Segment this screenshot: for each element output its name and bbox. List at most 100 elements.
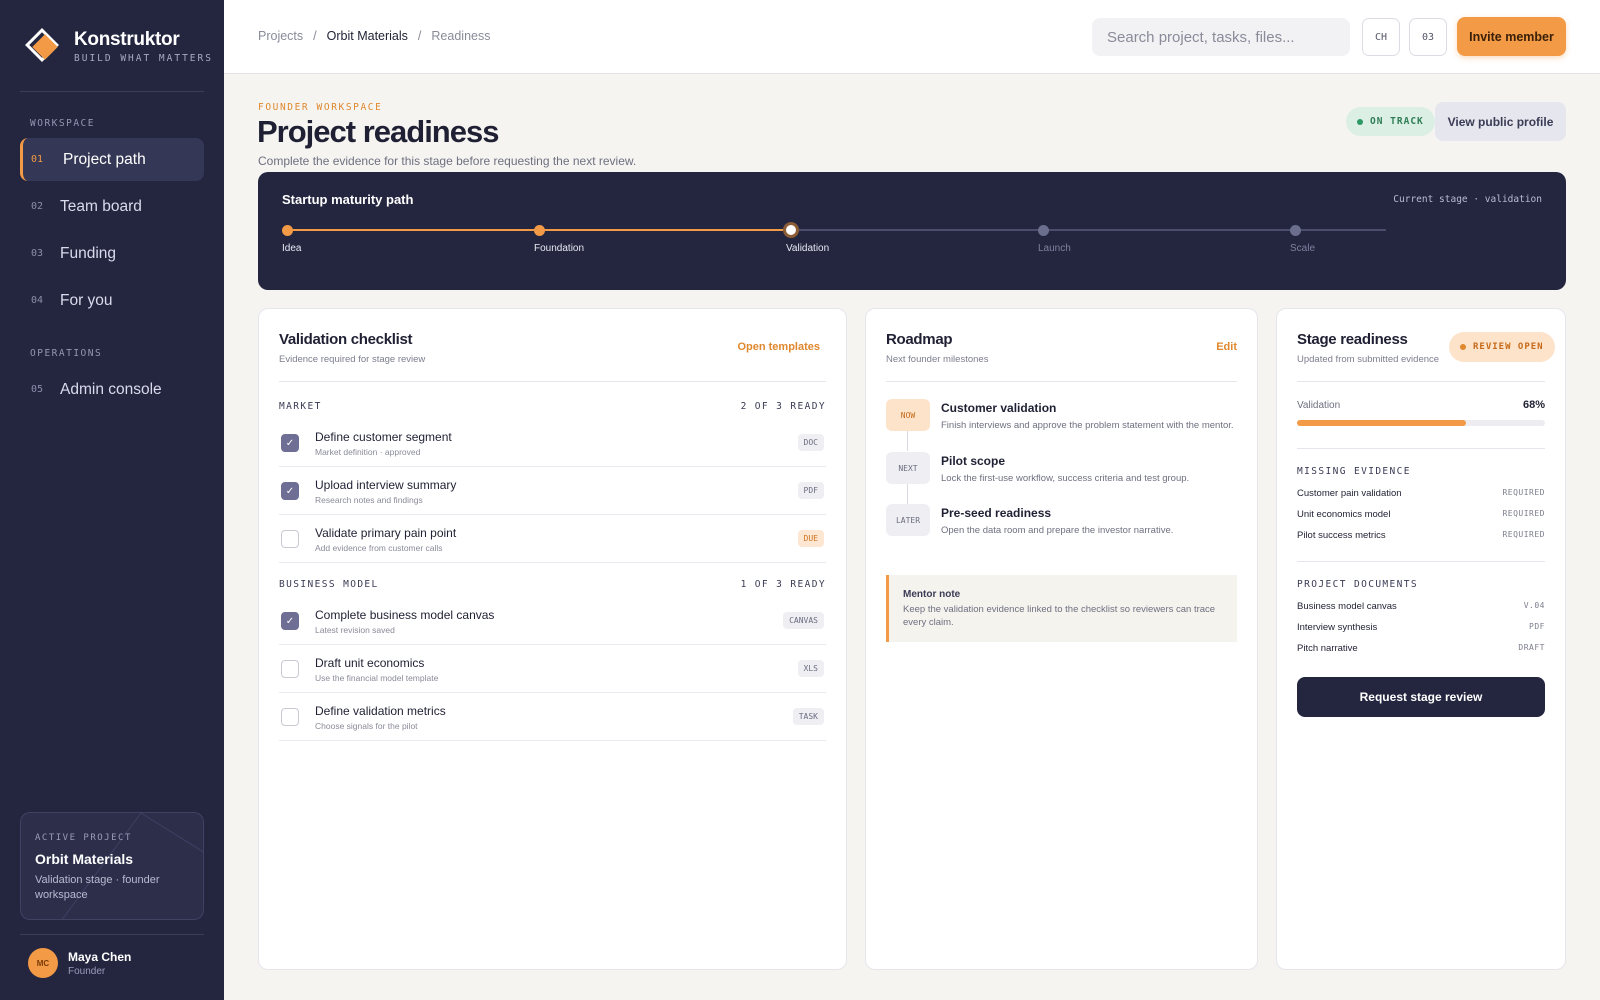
roadmap-card: Roadmap Next founder milestones Edit NOW…: [865, 308, 1258, 970]
breadcrumb-readiness[interactable]: Readiness: [431, 29, 490, 43]
section-workspace: WORKSPACE: [30, 118, 95, 129]
task-title: Define customer segment: [315, 430, 452, 444]
breadcrumb-projects[interactable]: Projects: [258, 29, 303, 43]
progress-value: 68%: [1522, 399, 1545, 411]
active-project-card[interactable]: ACTIVE PROJECT Orbit Materials Validatio…: [20, 812, 204, 920]
mentor-note-body: Keep the validation evidence linked to t…: [903, 604, 1216, 628]
progress-bar-fill: [1297, 420, 1466, 426]
checklist-task[interactable]: ✓ Define customer segment Market definitio…: [279, 419, 826, 467]
sidebar-item-funding[interactable]: 03 Funding: [20, 232, 204, 275]
document-item[interactable]: Interview synthesis PDF: [1297, 622, 1545, 633]
task-checkbox[interactable]: ✓: [281, 612, 299, 630]
group-header-business-model: BUSINESS MODEL 1 OF 3 READY: [279, 579, 826, 590]
sidebar-item-for-you[interactable]: 04 For you: [20, 279, 204, 322]
stage-dot-validation[interactable]: [783, 222, 799, 238]
checklist-task[interactable]: Validate primary pain point Add evidence …: [279, 515, 826, 563]
missing-evidence-item[interactable]: Pilot success metrics REQUIRED: [1297, 530, 1545, 541]
roadmap-title: Pilot scope: [941, 454, 1006, 468]
task-tag: DOC: [797, 434, 824, 451]
brand[interactable]: Konstruktor BUILD WHAT MATTERS: [24, 28, 213, 64]
section-operations: OPERATIONS: [30, 348, 103, 359]
task-tag: DUE: [797, 530, 824, 547]
roadmap-desc: Finish interviews and approve the proble…: [941, 420, 1234, 431]
brand-name: Konstruktor: [74, 28, 180, 50]
card-divider: [279, 381, 826, 382]
user-profile[interactable]: MC Maya Chen Founder: [28, 948, 131, 978]
nav-label: Funding: [60, 244, 117, 262]
item-name: Unit economics model: [1297, 509, 1391, 520]
checklist-task[interactable]: ✓ Upload interview summary Research notes …: [279, 467, 826, 515]
stage-dot-launch[interactable]: [1038, 225, 1049, 236]
search-input[interactable]: [1092, 18, 1350, 56]
task-title: Complete business model canvas: [315, 608, 495, 622]
stage-label-launch: Launch: [1038, 243, 1071, 254]
view-public-profile-button[interactable]: View public profile: [1435, 102, 1566, 141]
konstruktor-logo-icon: [24, 28, 66, 64]
card-subtitle: Updated from submitted evidence: [1297, 354, 1440, 365]
roadmap-badge: LATER: [886, 504, 930, 536]
stage-label-foundation: Foundation: [534, 243, 585, 254]
task-checkbox[interactable]: [281, 530, 299, 548]
task-tag: PDF: [797, 482, 824, 499]
missing-evidence-item[interactable]: Customer pain validation REQUIRED: [1297, 488, 1545, 499]
nav-label: For you: [60, 291, 113, 309]
invite-member-button[interactable]: Invite member: [1457, 17, 1566, 56]
project-documents-title: PROJECT DOCUMENTS: [1297, 579, 1419, 590]
checklist-task[interactable]: Draft unit economics Use the financial mo…: [279, 645, 826, 693]
language-button[interactable]: CH: [1362, 18, 1400, 56]
stage-dot-foundation[interactable]: [534, 225, 545, 236]
task-subtitle: Latest revision saved: [315, 625, 395, 635]
group-name: MARKET: [279, 401, 322, 412]
checklist-task[interactable]: ✓ Complete business model canvas Latest re…: [279, 597, 826, 645]
stage-dot-scale[interactable]: [1290, 225, 1301, 236]
page-subtitle: Complete the evidence for this stage bef…: [258, 154, 637, 168]
status-label: ON TRACK: [1370, 116, 1424, 127]
task-title: Draft unit economics: [315, 656, 425, 670]
group-header-market: MARKET 2 OF 3 READY: [279, 401, 826, 412]
card-divider: [886, 381, 1237, 382]
group-name: BUSINESS MODEL: [279, 579, 379, 590]
sidebar-item-admin-console[interactable]: 05 Admin console: [20, 368, 204, 411]
check-icon: ✓: [285, 615, 295, 627]
task-checkbox[interactable]: [281, 708, 299, 726]
document-item[interactable]: Pitch narrative DRAFT: [1297, 643, 1545, 654]
sidebar-item-project-path[interactable]: 01 Project path: [20, 138, 204, 181]
open-templates-link[interactable]: Open templates: [737, 341, 820, 353]
edit-roadmap-link[interactable]: Edit: [1216, 341, 1237, 353]
task-title: Validate primary pain point: [315, 526, 457, 540]
request-stage-review-button[interactable]: Request stage review: [1297, 677, 1545, 717]
user-role: Founder: [68, 965, 106, 977]
nav-number: 02: [31, 201, 44, 212]
roadmap-item-next[interactable]: NEXT Pilot scope Lock the first-use work…: [886, 452, 1237, 504]
checklist-task[interactable]: Define validation metrics Choose signals …: [279, 693, 826, 741]
sidebar-item-team-board[interactable]: 02 Team board: [20, 185, 204, 228]
roadmap-item-later[interactable]: LATER Pre-seed readiness Open the data r…: [886, 504, 1237, 556]
task-checkbox[interactable]: ✓: [281, 434, 299, 452]
task-checkbox[interactable]: [281, 660, 299, 678]
maturity-track: [286, 229, 1386, 231]
task-title: Upload interview summary: [315, 478, 457, 492]
document-item[interactable]: Business model canvas V.04: [1297, 601, 1545, 612]
missing-evidence-item[interactable]: Unit economics model REQUIRED: [1297, 509, 1545, 520]
task-title: Define validation metrics: [315, 704, 446, 718]
item-name: Pilot success metrics: [1297, 530, 1386, 541]
breadcrumb-orbit-materials[interactable]: Orbit Materials: [327, 29, 408, 43]
brand-tagline: BUILD WHAT MATTERS: [74, 52, 213, 64]
maturity-path: Startup maturity path Current stage · va…: [258, 172, 1566, 290]
task-tag: CANVAS: [783, 612, 824, 629]
task-checkbox[interactable]: ✓: [281, 482, 299, 500]
item-state: REQUIRED: [1502, 530, 1545, 539]
sidebar: Konstruktor BUILD WHAT MATTERS WORKSPACE…: [0, 0, 224, 1000]
nav-label: Project path: [63, 150, 146, 168]
stage-dot-idea[interactable]: [282, 225, 293, 236]
stage-label-scale: Scale: [1290, 243, 1316, 254]
active-project-name: Orbit Materials: [35, 851, 134, 867]
breadcrumb: Projects / Orbit Materials / Readiness: [258, 29, 490, 43]
task-subtitle: Market definition · approved: [315, 447, 421, 457]
notifications-count-button[interactable]: 03: [1409, 18, 1447, 56]
stage-readiness-card: Stage readiness Updated from submitted e…: [1276, 308, 1566, 970]
task-subtitle: Use the financial model template: [315, 673, 439, 683]
avatar: MC: [28, 948, 58, 978]
roadmap-item-now[interactable]: NOW Customer validation Finish interview…: [886, 399, 1237, 451]
group-ready-count: 2 OF 3 READY: [740, 401, 826, 412]
